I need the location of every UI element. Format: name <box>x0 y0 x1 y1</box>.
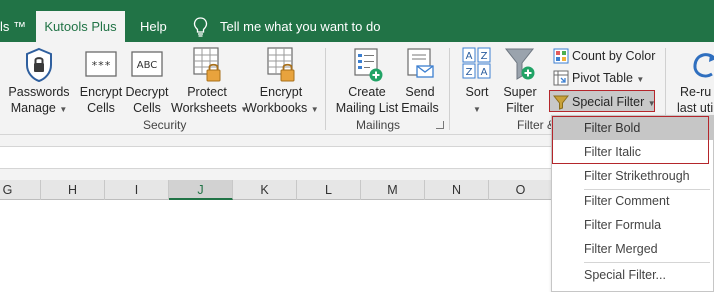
menu-item-filter-strikethrough[interactable]: Filter Strikethrough <box>552 164 713 188</box>
super-filter-label: Super Filter <box>503 85 537 115</box>
special-filter-label: Special Filter <box>572 95 645 109</box>
send-emails-button[interactable]: Send Emails <box>400 46 440 116</box>
passwords-manage-button[interactable]: Passwords Manage ▼ <box>8 46 70 116</box>
encrypt-workbook-icon <box>267 47 295 82</box>
tab-help[interactable]: Help <box>140 11 167 42</box>
decrypt-icon: ABC <box>131 51 163 77</box>
rerun-arrow-icon <box>693 53 714 78</box>
decrypt-cells-label: Decrypt Cells <box>125 85 169 115</box>
protect-sheet-icon <box>193 47 221 82</box>
encrypt-workbooks-label: Encrypt Workbooks ▼ <box>245 85 319 115</box>
special-filter-button[interactable]: Special Filter ▼ <box>549 90 656 112</box>
decrypt-cells-button[interactable]: ABC Decrypt Cells <box>124 46 170 116</box>
column-header[interactable]: K <box>233 180 297 200</box>
group-divider <box>449 48 450 130</box>
send-email-icon <box>407 48 434 78</box>
group-label-mailings: Mailings <box>356 118 401 132</box>
column-header[interactable]: M <box>361 180 425 200</box>
encrypt-cells-button[interactable]: *** Encrypt Cells <box>78 46 124 116</box>
super-filter-button[interactable]: Super Filter <box>500 46 540 116</box>
create-mailing-list-label: Create Mailing List <box>335 85 399 115</box>
group-divider <box>325 48 326 130</box>
column-header[interactable]: O <box>489 180 553 200</box>
menu-item-filter-comment[interactable]: Filter Comment <box>552 189 713 213</box>
special-filter-menu: Filter Bold Filter Italic Filter Striket… <box>551 115 714 292</box>
tell-me-search[interactable]: Tell me what you want to do <box>220 11 380 42</box>
tab-kutools-partial[interactable]: ls ™ <box>0 11 26 42</box>
pivot-table-label: Pivot Table <box>572 71 633 85</box>
group-label-security: Security <box>143 118 187 132</box>
encrypt-cells-label: Encrypt Cells <box>79 85 123 115</box>
svg-text:***: *** <box>91 59 111 72</box>
svg-text:Z: Z <box>481 51 488 62</box>
count-by-color-button[interactable]: Count by Color <box>553 45 655 67</box>
column-header[interactable]: H <box>41 180 105 200</box>
menu-item-filter-merged[interactable]: Filter Merged <box>552 237 713 261</box>
group-label-filter: Filter & <box>517 118 556 132</box>
svg-text:A: A <box>466 51 473 62</box>
sort-label: Sort ▼ <box>465 85 489 114</box>
protect-worksheets-button[interactable]: Protect Worksheets ▼ <box>171 46 249 116</box>
column-header[interactable]: N <box>425 180 489 200</box>
ribbon-tab-bar: ls ™ Kutools Plus Help Tell me what you … <box>0 0 714 42</box>
pivot-table-button[interactable]: Pivot Table ▼ <box>553 67 644 89</box>
count-color-icon <box>553 48 569 64</box>
funnel-plus-icon <box>504 48 535 80</box>
highlight-box <box>552 116 709 164</box>
encrypt-workbooks-button[interactable]: Encrypt Workbooks ▼ <box>245 46 319 116</box>
protect-worksheets-label: Protect Worksheets ▼ <box>171 85 249 115</box>
column-header[interactable]: L <box>297 180 361 200</box>
menu-item-filter-formula[interactable]: Filter Formula <box>552 213 713 237</box>
svg-text:Z: Z <box>466 67 473 78</box>
svg-text:A: A <box>481 67 488 78</box>
svg-text:ABC: ABC <box>137 60 158 71</box>
sort-button[interactable]: A Z Z A Sort ▼ <box>457 46 497 116</box>
pivot-table-icon <box>553 70 569 86</box>
count-by-color-label: Count by Color <box>572 49 656 63</box>
mailing-list-icon <box>354 48 383 82</box>
sort-icon: A Z Z A <box>462 47 491 79</box>
menu-item-special-filter[interactable]: Special Filter... <box>552 263 713 287</box>
tab-kutools-plus[interactable]: Kutools Plus <box>36 11 125 42</box>
rerun-last-utility-button[interactable]: Re-ru last uti <box>672 46 714 116</box>
dialog-launcher-icon[interactable] <box>436 121 444 129</box>
lightbulb-icon <box>193 17 208 37</box>
create-mailing-list-button[interactable]: Create Mailing List <box>332 46 402 116</box>
encrypt-icon: *** <box>85 51 117 77</box>
column-header[interactable]: I <box>105 180 169 200</box>
padlock-shield-icon <box>26 47 52 83</box>
column-header-active[interactable]: J <box>169 180 233 200</box>
passwords-manage-label: Passwords Manage ▼ <box>8 85 70 115</box>
column-header[interactable]: G <box>0 180 41 200</box>
special-filter-funnel-icon <box>553 95 569 110</box>
send-emails-label: Send Emails <box>401 85 439 115</box>
rerun-label: Re-ru last uti <box>677 85 714 115</box>
